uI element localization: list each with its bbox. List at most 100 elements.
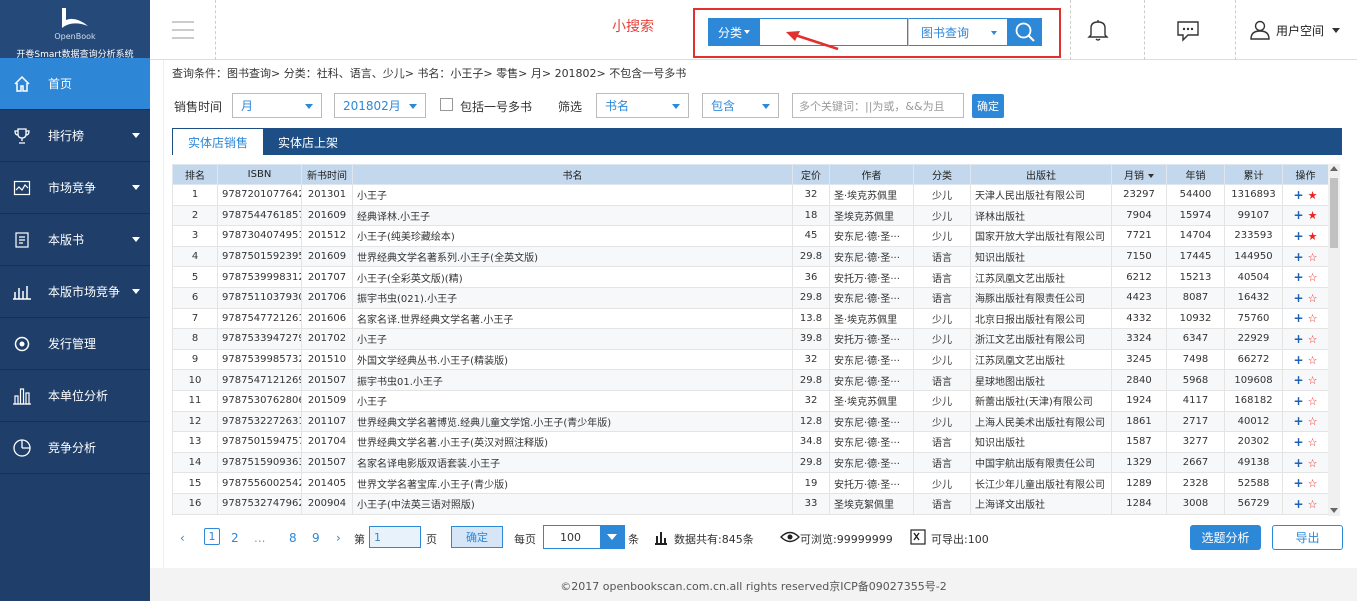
- favorite-star-icon[interactable]: ☆: [1308, 498, 1318, 511]
- add-icon[interactable]: +: [1294, 394, 1304, 408]
- menu-toggle-icon[interactable]: [172, 21, 194, 39]
- table-row[interactable]: 3 9787304074951 201512 小王子(纯美珍藏绘本) 45 安东尼·德·圣…: [172, 225, 1328, 247]
- sidebar-item-competition-analysis[interactable]: 竞争分析: [0, 422, 150, 474]
- cell-title[interactable]: 世界经典文学名著系列.小王子(全英文版): [352, 245, 793, 268]
- col-rank[interactable]: 排名: [172, 164, 218, 185]
- table-row[interactable]: 13 9787501594757 201704 世界经典文学名著.小王子(英汉对照注释…: [172, 431, 1328, 453]
- page-link[interactable]: 9: [312, 531, 320, 545]
- notification-bell-icon[interactable]: [1087, 18, 1109, 45]
- sidebar-item-own-books[interactable]: 本版书: [0, 214, 150, 266]
- add-icon[interactable]: +: [1294, 311, 1304, 325]
- keyword-input[interactable]: 多个关键词：||为或，&&为且: [792, 93, 964, 118]
- col-author[interactable]: 作者: [829, 164, 914, 185]
- user-menu[interactable]: 用户空间: [1250, 20, 1341, 40]
- sidebar-item-ranking[interactable]: 排行榜: [0, 110, 150, 162]
- table-scrollbar[interactable]: [1328, 164, 1340, 516]
- col-title[interactable]: 书名: [352, 164, 793, 185]
- table-row[interactable]: 9 9787539985732 201510 外国文学经典丛书.小王子(精装版) 32 安…: [172, 348, 1328, 371]
- topic-analysis-button[interactable]: 选题分析: [1190, 525, 1261, 550]
- dropdown-button[interactable]: [600, 526, 624, 548]
- add-icon[interactable]: +: [1294, 476, 1304, 490]
- add-icon[interactable]: +: [1294, 332, 1304, 346]
- cell-title[interactable]: 小王子(全彩英文版)(精): [352, 266, 793, 288]
- add-icon[interactable]: +: [1294, 497, 1304, 511]
- col-isbn[interactable]: ISBN: [217, 164, 302, 185]
- message-icon[interactable]: [1176, 20, 1200, 45]
- favorite-star-icon[interactable]: ☆: [1308, 271, 1318, 284]
- favorite-star-icon[interactable]: ☆: [1308, 354, 1318, 367]
- favorite-star-icon[interactable]: ★: [1308, 230, 1318, 243]
- add-icon[interactable]: +: [1294, 353, 1304, 367]
- next-page-icon[interactable]: ›: [336, 531, 341, 545]
- sidebar-item-home[interactable]: 首页: [0, 58, 150, 110]
- favorite-star-icon[interactable]: ☆: [1308, 251, 1318, 264]
- col-publisher[interactable]: 出版社: [970, 164, 1112, 185]
- favorite-star-icon[interactable]: ☆: [1308, 374, 1318, 387]
- month-select[interactable]: 201802月: [334, 93, 426, 118]
- favorite-star-icon[interactable]: ★: [1308, 189, 1318, 202]
- add-icon[interactable]: +: [1294, 435, 1304, 449]
- table-row[interactable]: 5 9787539998312 201707 小王子(全彩英文版)(精) 36 安托万·德…: [172, 266, 1328, 288]
- tab-store-sales[interactable]: 实体店销售: [173, 129, 263, 155]
- add-icon[interactable]: +: [1294, 229, 1304, 243]
- tab-store-shelving[interactable]: 实体店上架: [263, 129, 353, 155]
- favorite-star-icon[interactable]: ☆: [1308, 436, 1318, 449]
- table-row[interactable]: 10 9787547121269 201507 振宇书虫01.小王子 29.8 安东尼·德…: [172, 369, 1328, 391]
- table-row[interactable]: 2 9787544761857 201609 经典译林.小王子 18 圣埃克苏佩里 少儿 译林…: [172, 204, 1328, 227]
- sidebar-item-market-competition[interactable]: 市场竞争: [0, 162, 150, 214]
- search-button[interactable]: [1008, 18, 1042, 46]
- search-type-select[interactable]: 图书查询: [908, 18, 1008, 46]
- favorite-star-icon[interactable]: ☆: [1308, 415, 1318, 428]
- cell-title[interactable]: 振宇书虫01.小王子: [352, 369, 793, 391]
- scroll-thumb[interactable]: [1330, 178, 1338, 248]
- cell-title[interactable]: 世界经典文学名著.小王子(英汉对照注释版): [352, 431, 793, 453]
- col-category[interactable]: 分类: [913, 164, 971, 185]
- favorite-star-icon[interactable]: ☆: [1308, 292, 1318, 305]
- favorite-star-icon[interactable]: ☆: [1308, 477, 1318, 490]
- add-icon[interactable]: +: [1294, 456, 1304, 470]
- cell-title[interactable]: 世界经典文学名著博览.经典儿童文学馆.小王子(青少年版): [352, 410, 793, 433]
- table-row[interactable]: 14 9787515909363 201507 名家名译电影版双语套装.小王子 29.8…: [172, 451, 1328, 474]
- add-icon[interactable]: +: [1294, 291, 1304, 305]
- table-row[interactable]: 15 9787556002542 201405 世界文学名著宝库.小王子(青少版) 19…: [172, 472, 1328, 494]
- add-icon[interactable]: +: [1294, 208, 1304, 222]
- scroll-down-icon[interactable]: [1330, 508, 1338, 513]
- page-link[interactable]: 8: [289, 531, 297, 545]
- period-select[interactable]: 月: [232, 93, 322, 118]
- category-dropdown[interactable]: 分类: [708, 18, 760, 46]
- match-select[interactable]: 包含: [702, 93, 779, 118]
- filter-field-select[interactable]: 书名: [596, 93, 689, 118]
- include-multi-checkbox[interactable]: [440, 98, 453, 111]
- cell-title[interactable]: 小王子: [352, 328, 793, 350]
- col-monthly-sales[interactable]: 月销: [1111, 164, 1167, 185]
- table-row[interactable]: 16 9787532747962 200904 小王子(中法英三语对照版) 33 圣埃克絮…: [172, 492, 1328, 515]
- col-price[interactable]: 定价: [792, 164, 830, 185]
- cell-title[interactable]: 经典译林.小王子: [352, 204, 793, 227]
- add-icon[interactable]: +: [1294, 250, 1304, 264]
- cell-title[interactable]: 名家名译电影版双语套装.小王子: [352, 451, 793, 474]
- app-logo[interactable]: OpenBook 开卷Smart数据查询分析系统: [0, 0, 150, 60]
- favorite-star-icon[interactable]: ☆: [1308, 333, 1318, 346]
- table-row[interactable]: 12 9787532272631 201107 世界经典文学名著博览.经典儿童文学馆.…: [172, 410, 1328, 433]
- add-icon[interactable]: +: [1294, 188, 1304, 202]
- cell-title[interactable]: 名家名译.世界经典文学名著.小王子: [352, 307, 793, 330]
- page-current[interactable]: 1: [204, 528, 220, 545]
- cell-title[interactable]: 小王子(中法英三语对照版): [352, 492, 793, 515]
- sidebar-item-own-market-competition[interactable]: 本版市场竞争: [0, 266, 150, 318]
- col-cumulative[interactable]: 累计: [1224, 164, 1283, 185]
- favorite-star-icon[interactable]: ☆: [1308, 312, 1318, 325]
- page-link[interactable]: 2: [231, 531, 239, 545]
- col-new-date[interactable]: 新书时间: [301, 164, 353, 185]
- table-row[interactable]: 7 9787547721261 201606 名家名译.世界经典文学名著.小王子 13.…: [172, 307, 1328, 330]
- add-icon[interactable]: +: [1294, 270, 1304, 284]
- scroll-up-icon[interactable]: [1330, 166, 1338, 171]
- table-row[interactable]: 1 9787201077642 201301 小王子 32 圣·埃克苏佩里 少儿 天津人民出版…: [172, 184, 1328, 206]
- per-page-select[interactable]: 100: [543, 525, 625, 549]
- cell-title[interactable]: 小王子: [352, 184, 793, 206]
- goto-page-input[interactable]: 1: [369, 526, 421, 548]
- col-yearly-sales[interactable]: 年销: [1166, 164, 1225, 185]
- export-button[interactable]: 导出: [1272, 525, 1343, 550]
- add-icon[interactable]: +: [1294, 373, 1304, 387]
- favorite-star-icon[interactable]: ☆: [1308, 457, 1318, 470]
- table-row[interactable]: 8 9787533947279 201702 小王子 39.8 安托万·德·圣··· 少儿浙…: [172, 328, 1328, 350]
